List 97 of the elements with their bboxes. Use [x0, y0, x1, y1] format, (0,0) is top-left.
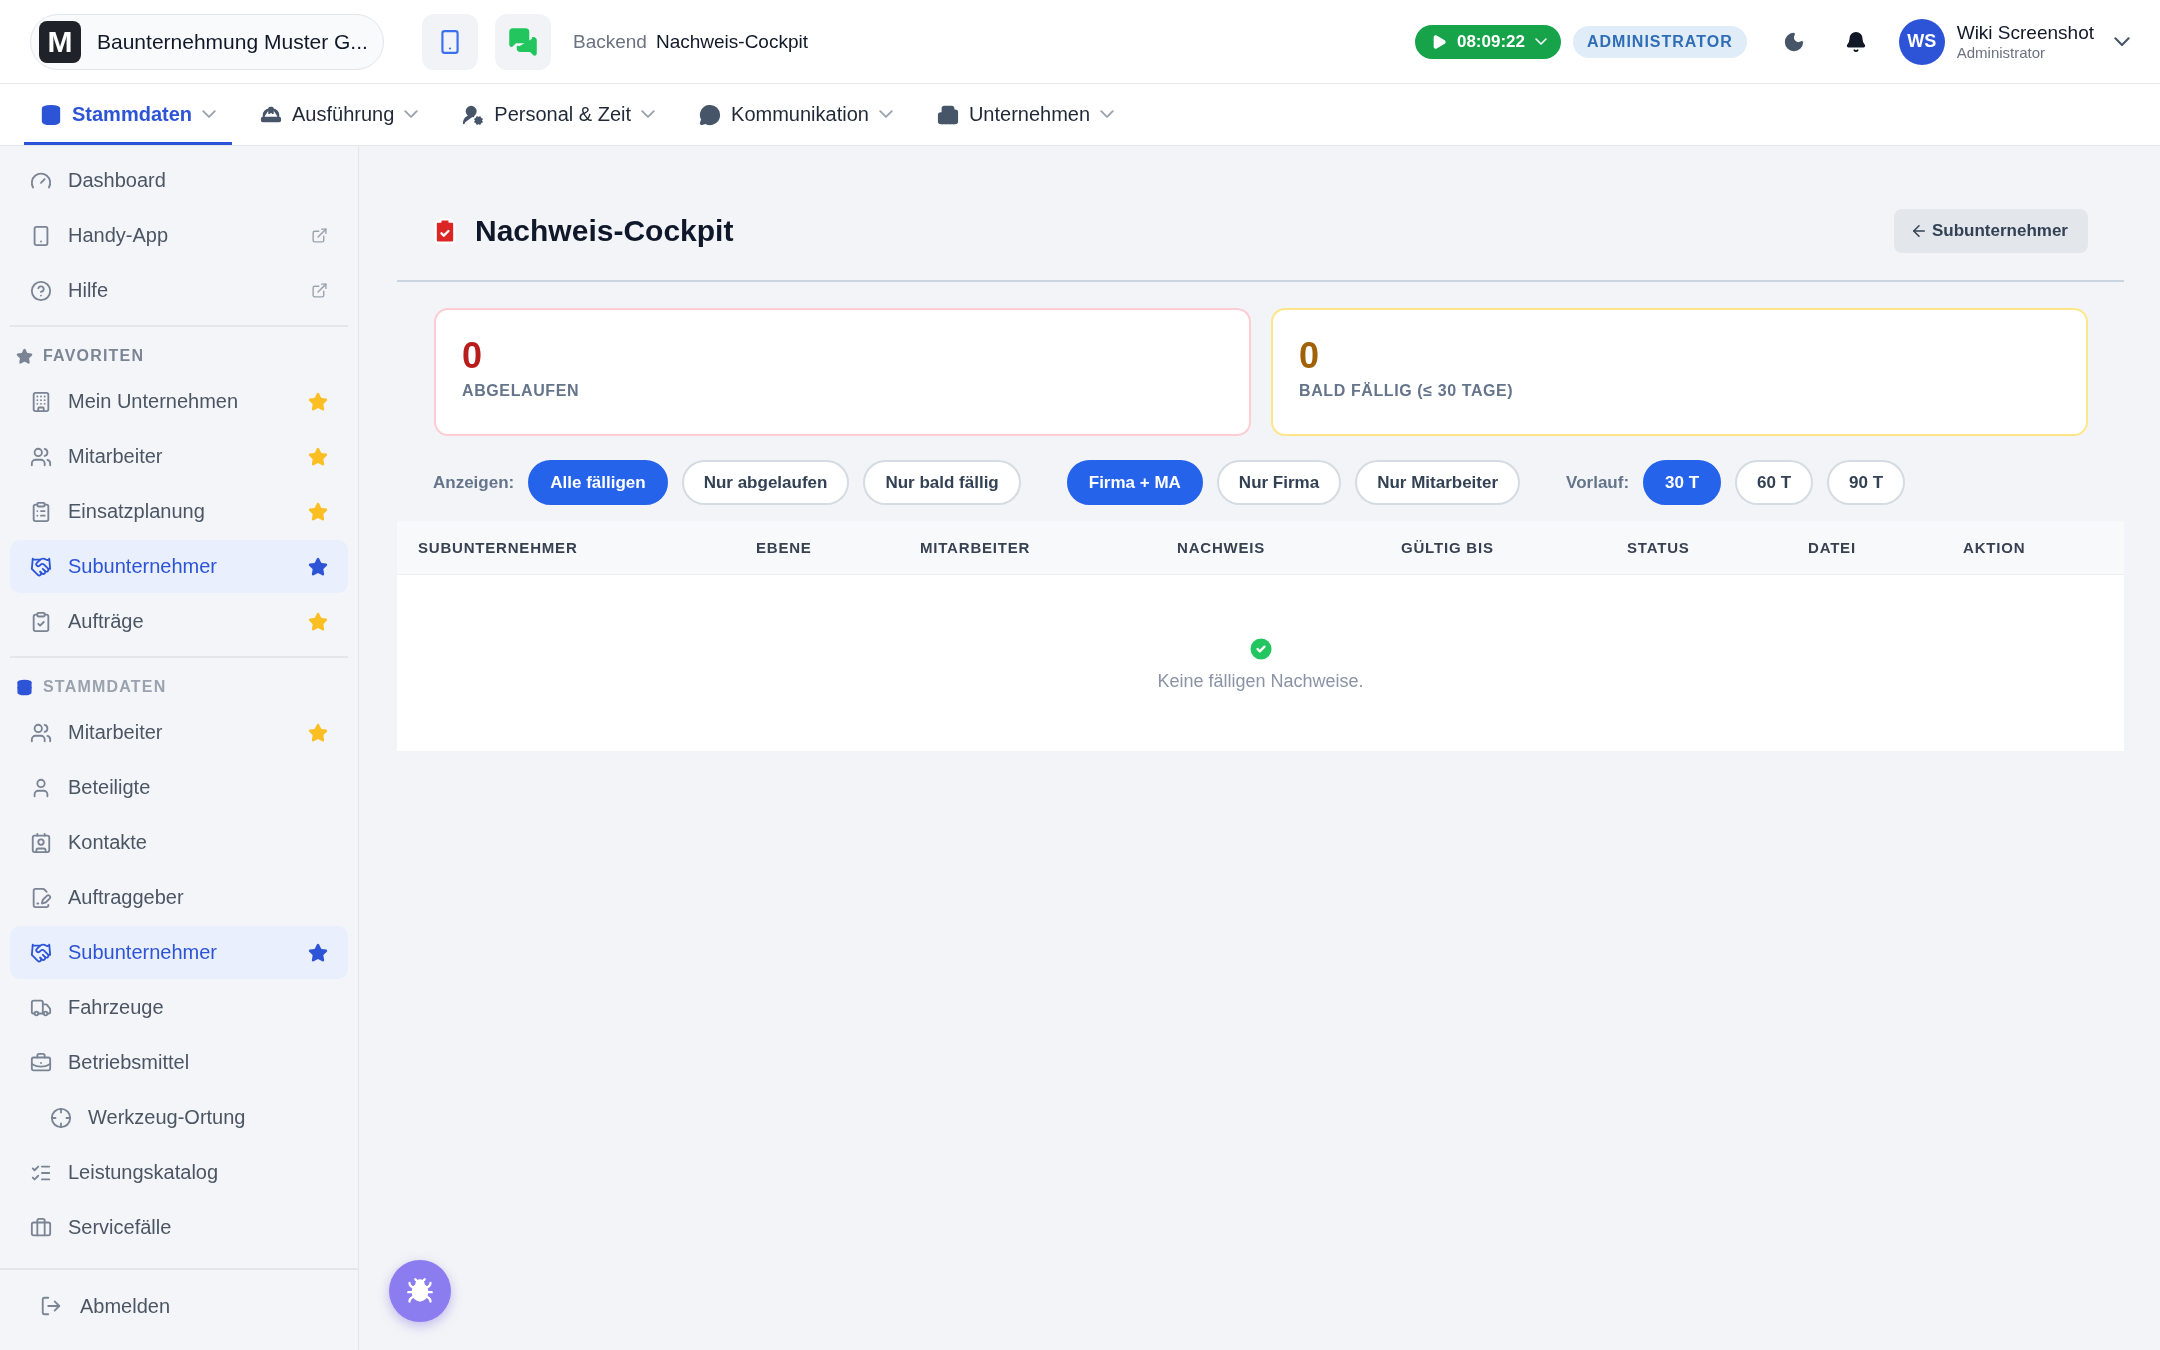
column-header: SUBUNTERNEHMER — [418, 539, 579, 556]
back-button[interactable]: Subunternehmer — [1893, 209, 2088, 253]
filter-chip[interactable]: Nur Mitarbeiter — [1355, 460, 1521, 505]
clipboard-icon — [30, 500, 52, 523]
filter-chip[interactable]: 60 T — [1735, 460, 1814, 505]
page-title: Nachweis-Cockpit — [475, 214, 734, 248]
database-icon — [40, 103, 62, 126]
filter-label: Vorlauf: — [1566, 472, 1630, 493]
sidebar-item[interactable]: Einsatzplanung — [10, 485, 348, 538]
sidebar-item[interactable]: Subunternehmer — [10, 926, 348, 979]
chat-button[interactable] — [495, 13, 551, 70]
chevron-icon — [1100, 110, 1115, 119]
help-icon — [30, 279, 52, 302]
star-icon[interactable] — [308, 942, 328, 963]
logout-link[interactable]: Abmelden — [40, 1294, 171, 1318]
star-icon[interactable] — [308, 446, 328, 467]
nav-tab[interactable]: Personal & Zeit — [446, 84, 672, 145]
handshake-icon — [30, 941, 52, 964]
nav-tab[interactable]: Ausführung — [244, 84, 435, 145]
briefcase-icon — [30, 1216, 52, 1239]
company-switcher[interactable]: M Baunternehmung Muster G... — [30, 13, 384, 70]
column-header: MITARBEITER — [920, 539, 1032, 556]
filter-chip[interactable]: Alle fälligen — [528, 460, 668, 505]
column-header: DATEI — [1808, 539, 1857, 556]
star-icon[interactable] — [308, 611, 328, 632]
filter-chip[interactable]: 90 T — [1827, 460, 1906, 505]
stat-label: ABGELAUFEN — [462, 382, 581, 400]
bug-icon — [406, 1277, 434, 1305]
chevron-icon — [878, 110, 893, 119]
sidebar-item[interactable]: Kontakte — [10, 816, 348, 869]
filter-chip[interactable]: Firma + MA — [1066, 460, 1203, 505]
chat-icon — [699, 103, 722, 126]
filter-chip[interactable]: Nur Firma — [1216, 460, 1342, 505]
chevron-icon[interactable] — [2114, 36, 2130, 47]
bell-icon — [1844, 30, 1867, 53]
handshake-icon — [30, 555, 52, 578]
filter-chip[interactable]: Nur bald fällig — [863, 460, 1021, 505]
role-badge: ADMINISTRATOR — [1573, 25, 1747, 58]
star-icon[interactable] — [308, 556, 328, 577]
mobile-app-button[interactable] — [422, 13, 478, 70]
chevron-icon — [641, 110, 656, 119]
sidebar-item[interactable]: Fahrzeuge — [10, 981, 348, 1034]
clipboard-check-icon — [30, 610, 52, 633]
sidebar-item[interactable]: Werkzeug-Ortung — [10, 1091, 348, 1144]
sidebar-item[interactable]: Handy-App — [10, 209, 348, 262]
user-name: Wiki Screenshot — [1956, 21, 2094, 44]
database-icon — [16, 678, 33, 696]
user-role: Administrator — [1956, 43, 2047, 62]
empty-message: Keine fälligen Nachweise. — [1157, 670, 1364, 692]
sidebar-item[interactable]: Auftraggeber — [10, 871, 348, 924]
column-header: EBENE — [756, 539, 813, 556]
sidebar-item[interactable]: Subunternehmer — [10, 540, 348, 593]
filter-chip[interactable]: Nur abgelaufen — [681, 460, 850, 505]
star-icon[interactable] — [308, 722, 328, 743]
moon-icon — [1782, 30, 1805, 53]
signed-document-icon — [30, 886, 52, 909]
sidebar-item[interactable]: Mein Unternehmen — [10, 375, 348, 428]
logo: M — [39, 20, 81, 63]
stat-value: 0 — [462, 338, 484, 374]
sidebar-item[interactable]: Mitarbeiter — [10, 430, 348, 483]
sidebar-item[interactable]: Servicefälle — [10, 1201, 348, 1254]
column-header: GÜLTIG BIS — [1401, 539, 1495, 556]
sidebar-item[interactable]: Dashboard — [10, 154, 348, 207]
nav-tab[interactable]: Unternehmen — [920, 84, 1131, 145]
filter-chip[interactable]: 30 T — [1643, 460, 1722, 505]
sidebar-item[interactable]: Beteiligte — [10, 761, 348, 814]
contact-card-icon — [30, 831, 52, 854]
column-header: STATUS — [1627, 539, 1691, 556]
chevron-icon — [1535, 38, 1547, 45]
sidebar-item[interactable]: Leistungskatalog — [10, 1146, 348, 1199]
stat-value: 0 — [1299, 338, 1321, 374]
sidebar-item[interactable]: Aufträge — [10, 595, 348, 648]
breadcrumb-page: Nachweis-Cockpit — [655, 30, 808, 53]
crosshair-icon — [50, 1106, 72, 1129]
briefcase-icon — [30, 1051, 52, 1074]
chevron-icon — [404, 110, 419, 119]
star-icon — [16, 347, 33, 365]
sidebar-item[interactable]: Mitarbeiter — [10, 706, 348, 759]
column-header: NACHWEIS — [1177, 539, 1267, 556]
breadcrumb-section: Backend — [573, 30, 647, 53]
stat-label: BALD FÄLLIG (≤ 30 TAGE) — [1299, 382, 1515, 400]
logout-icon — [40, 1295, 62, 1317]
people-icon — [30, 721, 52, 744]
star-icon[interactable] — [308, 501, 328, 522]
sidebar-item[interactable]: Hilfe — [10, 264, 348, 317]
filter-label: Anzeigen: — [433, 472, 515, 493]
column-header: AKTION — [1963, 539, 2027, 556]
star-icon[interactable] — [308, 391, 328, 412]
nav-tab[interactable]: Kommunikation — [683, 84, 909, 145]
chevron-icon — [202, 110, 217, 119]
section-title: STAMMDATEN — [43, 678, 167, 696]
user-avatar[interactable]: WS — [1898, 18, 1945, 65]
sidebar-item[interactable]: Betriebsmittel — [10, 1036, 348, 1089]
chat-icon — [508, 26, 538, 57]
people-icon — [30, 445, 52, 468]
bug-report-button[interactable] — [389, 1260, 451, 1322]
section-title: FAVORITEN — [43, 347, 145, 365]
